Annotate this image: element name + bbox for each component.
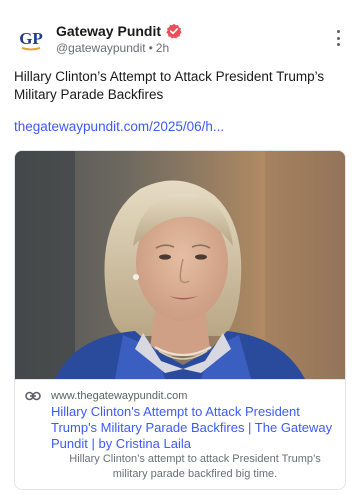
gateway-pundit-logo: GP: [14, 22, 48, 56]
post-header: GP Gateway Pundit @gatewaypundit • 2h: [14, 22, 346, 58]
svg-text:GP: GP: [19, 29, 43, 48]
verified-badge-icon: [166, 23, 182, 39]
card-description: Hillary Clinton’s attempt to attack Pres…: [69, 453, 321, 480]
author-name-row: Gateway Pundit: [56, 23, 182, 39]
author-name[interactable]: Gateway Pundit: [56, 23, 161, 39]
author-handle: @gatewaypundit: [56, 41, 146, 55]
more-vertical-icon[interactable]: [332, 28, 344, 48]
woman-portrait-illustration: [15, 151, 345, 379]
separator-dot: •: [148, 41, 153, 55]
social-post: GP Gateway Pundit @gatewaypundit • 2h Hi…: [0, 0, 360, 500]
post-text: Hillary Clinton’s Attempt to Attack Pres…: [14, 69, 325, 102]
post-time: 2h: [155, 41, 170, 55]
card-title[interactable]: Hillary Clinton's Attempt to Attack Pres…: [51, 404, 339, 452]
card-domain: www.thegatewaypundit.com: [51, 390, 188, 402]
avatar[interactable]: GP: [14, 22, 48, 56]
link-chain-icon: [25, 391, 41, 401]
author-meta: @gatewaypundit • 2h: [56, 41, 169, 55]
post-link[interactable]: thegatewaypundit.com/2025/06/h...: [14, 119, 224, 134]
link-preview-card[interactable]: www.thegatewaypundit.com Hillary Clinton…: [14, 150, 346, 490]
article-image[interactable]: [15, 151, 345, 379]
link-preview-body: www.thegatewaypundit.com Hillary Clinton…: [15, 379, 345, 489]
